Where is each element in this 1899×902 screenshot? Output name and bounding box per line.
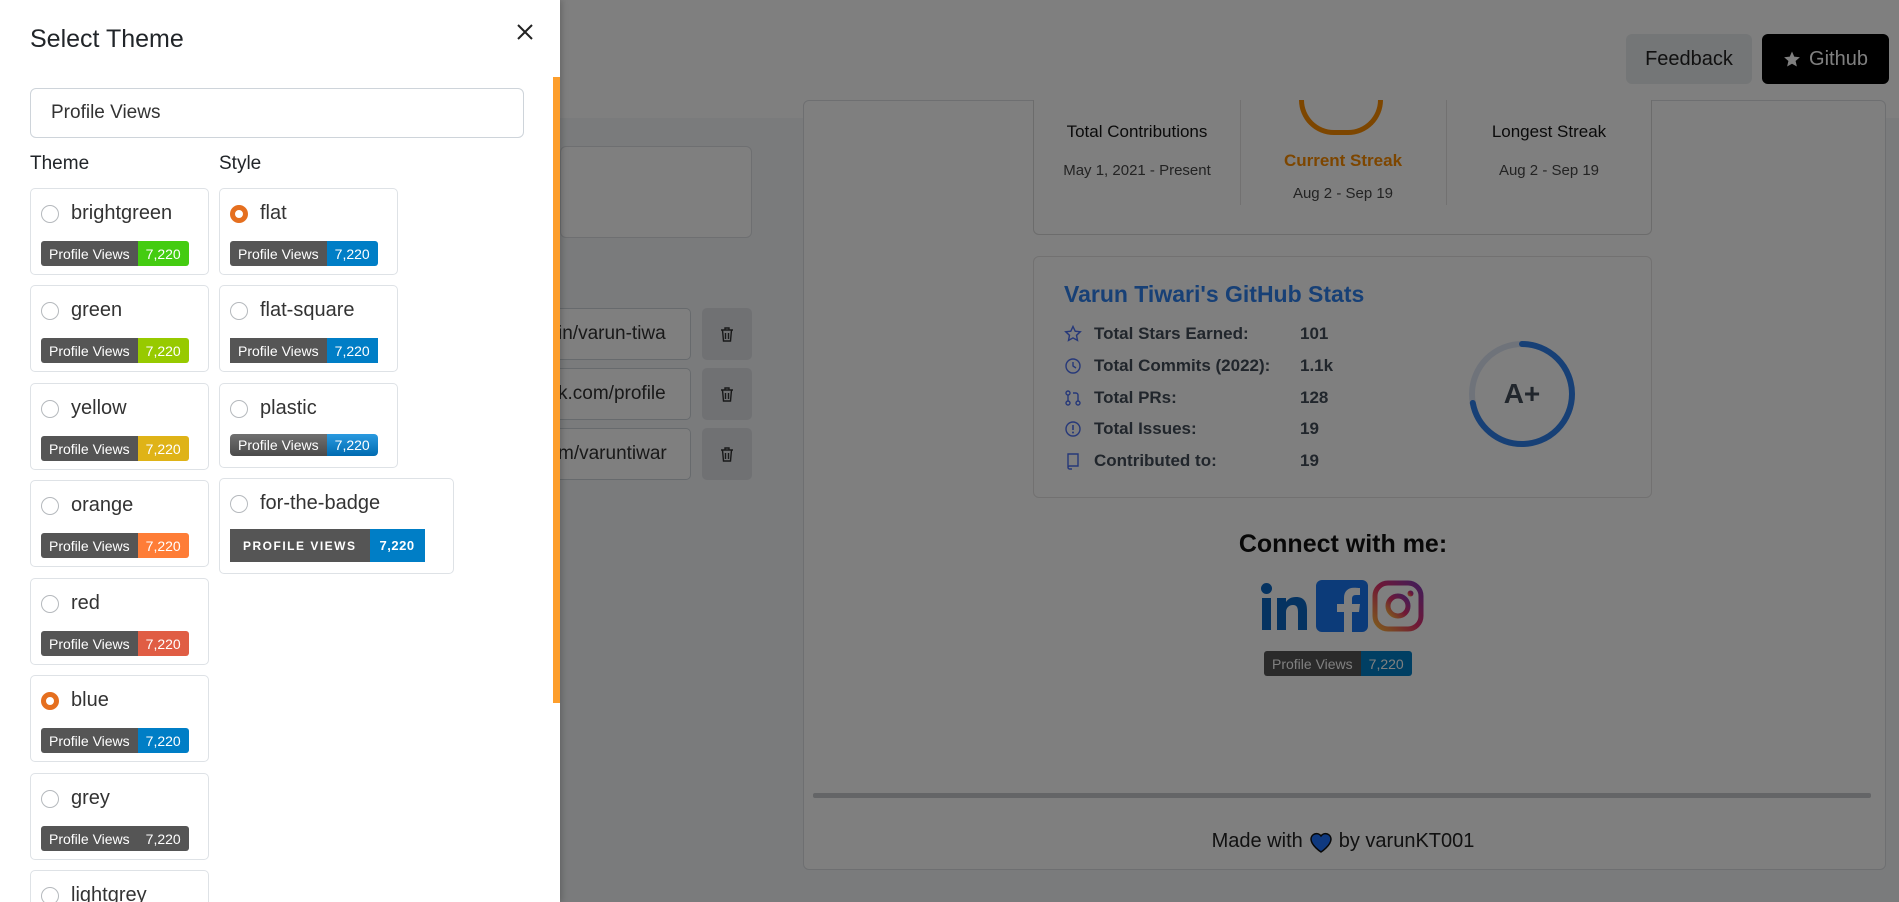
theme-option-grey[interactable]: grey Profile Views 7,220 — [30, 773, 209, 860]
style-heading: Style — [219, 153, 262, 174]
style-radio-selected[interactable] — [230, 205, 248, 223]
theme-option-brightgreen[interactable]: brightgreen Profile Views 7,220 — [30, 188, 209, 275]
style-option-flat[interactable]: flat Profile Views 7,220 — [219, 188, 398, 275]
badge-preview: Profile Views 7,220 — [41, 826, 189, 851]
badge-preview: Profile Views 7,220 — [41, 436, 189, 461]
theme-option-orange[interactable]: orange Profile Views 7,220 — [30, 480, 209, 567]
style-radio[interactable] — [230, 400, 248, 418]
theme-option-yellow[interactable]: yellow Profile Views 7,220 — [30, 383, 209, 470]
panel-title: Select Theme — [30, 25, 184, 53]
theme-option-blue[interactable]: blue Profile Views 7,220 — [30, 675, 209, 762]
style-option-flat-square[interactable]: flat-square Profile Views 7,220 — [219, 285, 398, 372]
theme-radio-selected[interactable] — [41, 692, 59, 710]
style-option-plastic[interactable]: plastic Profile Views 7,220 — [219, 383, 398, 468]
badge-label-input[interactable]: Profile Views — [30, 88, 524, 138]
select-theme-panel: Select Theme Profile Views Theme Style b… — [0, 0, 560, 902]
theme-radio[interactable] — [41, 595, 59, 613]
theme-radio[interactable] — [41, 790, 59, 808]
badge-preview: Profile Views 7,220 — [41, 728, 189, 753]
badge-preview: Profile Views 7,220 — [41, 241, 189, 266]
badge-preview: Profile Views 7,220 — [230, 241, 378, 266]
badge-preview: PROFILE VIEWS 7,220 — [230, 529, 425, 562]
close-icon — [517, 24, 533, 40]
theme-option-lightgrey[interactable]: lightgrey — [30, 870, 209, 902]
style-radio[interactable] — [230, 302, 248, 320]
badge-preview: Profile Views 7,220 — [230, 434, 378, 456]
badge-preview: Profile Views 7,220 — [41, 533, 189, 558]
badge-preview: Profile Views 7,220 — [41, 338, 189, 363]
scrollbar-thumb[interactable] — [553, 77, 560, 703]
badge-preview: Profile Views 7,220 — [41, 631, 189, 656]
style-option-for-the-badge[interactable]: for-the-badge PROFILE VIEWS 7,220 — [219, 478, 454, 574]
style-radio[interactable] — [230, 495, 248, 513]
theme-radio[interactable] — [41, 887, 59, 902]
theme-option-green[interactable]: green Profile Views 7,220 — [30, 285, 209, 372]
theme-heading: Theme — [30, 153, 90, 174]
close-button[interactable] — [513, 20, 537, 44]
theme-option-red[interactable]: red Profile Views 7,220 — [30, 578, 209, 665]
badge-preview: Profile Views 7,220 — [230, 338, 378, 363]
theme-radio[interactable] — [41, 497, 59, 515]
theme-radio[interactable] — [41, 400, 59, 418]
theme-radio[interactable] — [41, 205, 59, 223]
theme-radio[interactable] — [41, 302, 59, 320]
